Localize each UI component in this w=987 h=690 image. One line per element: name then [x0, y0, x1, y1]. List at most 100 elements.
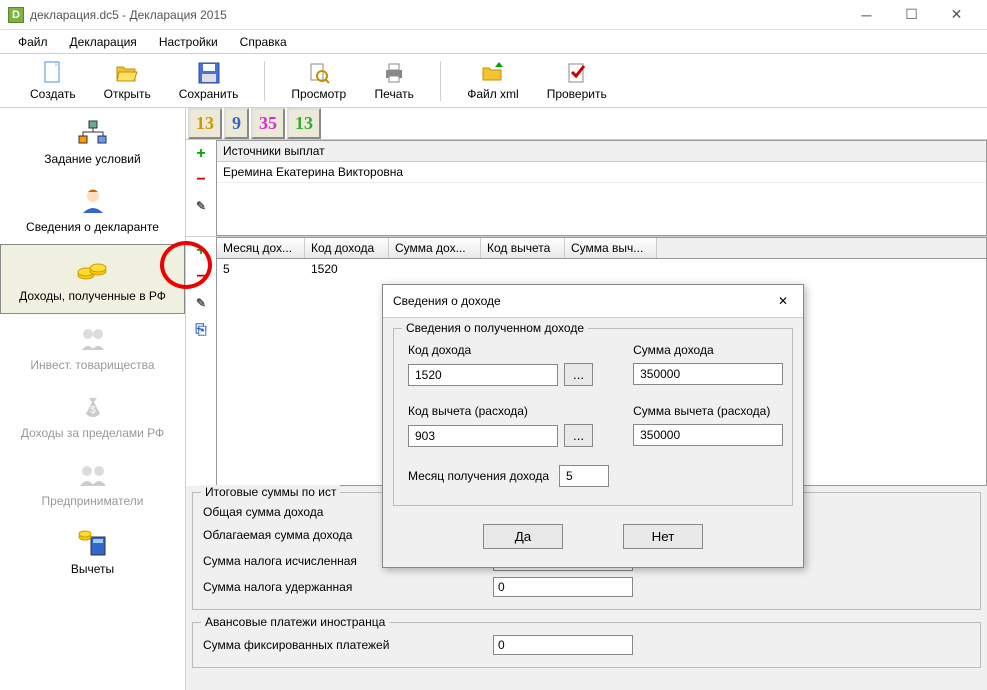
- advance-group: Авансовые платежи иностранца Сумма фикси…: [192, 622, 981, 668]
- rate-tabs: 13 9 35 13: [186, 108, 987, 140]
- magnifier-icon: [307, 61, 331, 85]
- edit-income-button[interactable]: ✎: [191, 293, 211, 313]
- sidebar: Задание условий Сведения о декларанте До…: [0, 108, 186, 690]
- svg-text:$: $: [90, 405, 96, 416]
- moneybag-icon: $: [75, 392, 111, 422]
- remove-income-button[interactable]: −: [191, 267, 211, 287]
- ded-sum-input[interactable]: [633, 424, 783, 446]
- repeat-income-button[interactable]: ⎘: [191, 319, 211, 339]
- sidebar-label: Доходы, полученные в РФ: [19, 289, 166, 303]
- window-title: декларация.dc5 - Декларация 2015: [30, 8, 844, 22]
- ded-code-input[interactable]: [408, 425, 558, 447]
- sidebar-item-income-rf[interactable]: Доходы, полученные в РФ: [0, 244, 185, 314]
- col-month[interactable]: Месяц дох...: [217, 238, 305, 258]
- month-input[interactable]: [559, 465, 609, 487]
- advance-label: Сумма фиксированных платежей: [203, 638, 493, 652]
- file-xml-button[interactable]: Файл xml: [457, 57, 529, 105]
- sidebar-item-income-abroad[interactable]: $ Доходы за пределами РФ: [0, 382, 185, 450]
- toolbar-separator: [264, 61, 265, 101]
- sidebar-item-entrepreneurs[interactable]: Предприниматели: [0, 450, 185, 518]
- income-sum-input[interactable]: [633, 363, 783, 385]
- sidebar-item-deductions[interactable]: Вычеты: [0, 518, 185, 586]
- cell-month: 5: [217, 259, 305, 279]
- menu-settings[interactable]: Настройки: [151, 32, 226, 52]
- minimize-button[interactable]: ─: [844, 1, 889, 29]
- dialog-no-button[interactable]: Нет: [623, 524, 703, 549]
- source-row[interactable]: Еремина Екатерина Викторовна: [217, 162, 986, 183]
- ded-code-label: Код вычета (расхода): [408, 404, 593, 418]
- tax-withheld-label: Сумма налога удержанная: [203, 580, 493, 594]
- file-xml-label: Файл xml: [467, 87, 519, 101]
- save-label: Сохранить: [179, 87, 239, 101]
- col-sum[interactable]: Сумма дох...: [389, 238, 481, 258]
- menu-help[interactable]: Справка: [232, 32, 295, 52]
- rate-tab-13a[interactable]: 13: [188, 108, 222, 139]
- add-income-button[interactable]: +: [191, 241, 211, 261]
- sidebar-label: Предприниматели: [42, 494, 144, 508]
- month-label: Месяц получения дохода: [408, 469, 549, 483]
- col-ded-sum[interactable]: Сумма выч...: [565, 238, 657, 258]
- create-button[interactable]: Создать: [20, 57, 86, 105]
- totals-title: Итоговые суммы по ист: [201, 485, 340, 499]
- rate-num: 13: [196, 113, 214, 134]
- maximize-button[interactable]: ☐: [889, 1, 934, 29]
- edit-source-button[interactable]: ✎: [191, 196, 211, 216]
- check-icon: [565, 61, 589, 85]
- menu-file[interactable]: Файл: [10, 32, 56, 52]
- open-label: Открыть: [104, 87, 151, 101]
- content-area: 13 9 35 13 + − ✎ Источники выплат Еремин…: [186, 108, 987, 690]
- rate-num: 13: [295, 113, 313, 134]
- advance-title: Авансовые платежи иностранца: [201, 615, 389, 629]
- income-row[interactable]: 5 1520: [217, 259, 986, 279]
- income-code-lookup[interactable]: ...: [564, 363, 593, 386]
- dialog-yes-button[interactable]: Да: [483, 524, 563, 549]
- sidebar-item-declarant[interactable]: Сведения о декларанте: [0, 176, 185, 244]
- sidebar-label: Вычеты: [71, 562, 114, 576]
- sidebar-item-invest[interactable]: Инвест. товарищества: [0, 314, 185, 382]
- col-code[interactable]: Код дохода: [305, 238, 389, 258]
- sources-list[interactable]: Источники выплат Еремина Екатерина Викто…: [216, 140, 987, 236]
- sources-header: Источники выплат: [217, 141, 986, 162]
- titlebar: D декларация.dc5 - Декларация 2015 ─ ☐ ✕: [0, 0, 987, 30]
- calculator-icon: [75, 528, 111, 558]
- col-ded-code[interactable]: Код вычета: [481, 238, 565, 258]
- dialog-title-text: Сведения о доходе: [393, 294, 501, 308]
- rate-num: 9: [232, 113, 241, 134]
- advance-input[interactable]: [493, 635, 633, 655]
- preview-label: Просмотр: [291, 87, 346, 101]
- coins-icon: [75, 255, 111, 285]
- print-button[interactable]: Печать: [364, 57, 424, 105]
- close-button[interactable]: ✕: [934, 1, 979, 29]
- fieldset-legend: Сведения о полученном доходе: [402, 321, 588, 335]
- rate-num: 35: [259, 113, 277, 134]
- tax-withheld-input[interactable]: [493, 577, 633, 597]
- rate-tab-9[interactable]: 9: [224, 108, 249, 139]
- app-icon: D: [8, 7, 24, 23]
- add-source-button[interactable]: +: [191, 144, 211, 164]
- check-button[interactable]: Проверить: [537, 57, 617, 105]
- sidebar-label: Доходы за пределами РФ: [21, 426, 164, 440]
- menu-declaration[interactable]: Декларация: [62, 32, 145, 52]
- check-label: Проверить: [547, 87, 607, 101]
- menubar: Файл Декларация Настройки Справка: [0, 30, 987, 54]
- sidebar-label: Инвест. товарищества: [30, 358, 154, 372]
- printer-icon: [382, 61, 406, 85]
- person-icon: [75, 186, 111, 216]
- income-dialog: Сведения о доходе ✕ Сведения о полученно…: [382, 284, 804, 568]
- sidebar-label: Сведения о декларанте: [26, 220, 159, 234]
- ded-code-lookup[interactable]: ...: [564, 424, 593, 447]
- sidebar-item-conditions[interactable]: Задание условий: [0, 108, 185, 176]
- income-code-input[interactable]: [408, 364, 558, 386]
- dialog-close-button[interactable]: ✕: [773, 291, 793, 311]
- remove-source-button[interactable]: −: [191, 170, 211, 190]
- create-label: Создать: [30, 87, 76, 101]
- print-label: Печать: [375, 87, 414, 101]
- open-button[interactable]: Открыть: [94, 57, 161, 105]
- new-file-icon: [41, 61, 65, 85]
- org-chart-icon: [75, 118, 111, 148]
- preview-button[interactable]: Просмотр: [281, 57, 356, 105]
- floppy-icon: [197, 61, 221, 85]
- save-button[interactable]: Сохранить: [169, 57, 249, 105]
- rate-tab-35[interactable]: 35: [251, 108, 285, 139]
- rate-tab-13b[interactable]: 13: [287, 108, 321, 139]
